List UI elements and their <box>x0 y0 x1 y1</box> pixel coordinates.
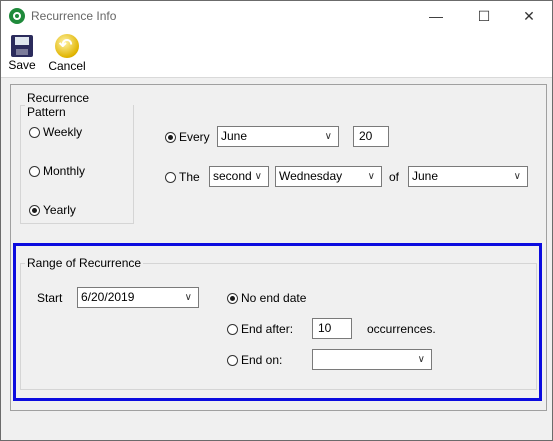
save-label: Save <box>8 58 36 72</box>
yearly-radio-circle[interactable] <box>29 204 40 216</box>
yearly-radio[interactable]: Yearly <box>29 203 76 217</box>
every-month-value: June <box>221 129 248 143</box>
maximize-button[interactable]: ☐ <box>461 1 507 31</box>
the-radio[interactable]: The <box>165 170 200 184</box>
monthly-radio-circle[interactable] <box>29 165 40 177</box>
save-button[interactable]: Save <box>7 33 37 72</box>
weekly-radio-circle[interactable] <box>29 126 40 138</box>
the-radio-circle[interactable] <box>165 171 176 183</box>
range-highlight-box <box>13 243 542 401</box>
every-radio[interactable]: Every <box>165 130 210 144</box>
weekday-select[interactable]: Wednesday ∨ <box>275 166 382 187</box>
the-label: The <box>179 170 200 184</box>
chevron-down-icon: ∨ <box>254 171 262 182</box>
ordinal-select[interactable]: second ∨ <box>209 166 269 187</box>
chevron-down-icon: ∨ <box>367 171 375 182</box>
ordinal-value: second <box>213 169 252 183</box>
recurrence-info-window: Recurrence Info — ☐ ✕ Save Cancel Recurr… <box>0 0 553 441</box>
window-title: Recurrence Info <box>31 9 117 23</box>
monthly-label: Monthly <box>43 164 86 178</box>
chevron-down-icon: ∨ <box>324 131 332 142</box>
every-month-select[interactable]: June ∨ <box>217 126 339 147</box>
cancel-button[interactable]: Cancel <box>47 33 87 73</box>
toolbar: Save Cancel <box>1 31 552 78</box>
cancel-label: Cancel <box>48 59 86 73</box>
floppy-disk-icon <box>11 35 33 57</box>
title-bar: Recurrence Info — ☐ ✕ <box>1 1 552 31</box>
monthly-radio[interactable]: Monthly <box>29 164 85 178</box>
of-month-value: June <box>412 169 439 183</box>
close-button[interactable]: ✕ <box>506 1 552 31</box>
chevron-down-icon: ∨ <box>513 171 521 182</box>
every-day-input[interactable]: 20 <box>353 126 389 147</box>
of-label: of <box>389 170 400 184</box>
yearly-label: Yearly <box>43 203 76 217</box>
every-radio-circle[interactable] <box>165 131 176 143</box>
weekday-value: Wednesday <box>279 169 343 183</box>
every-label: Every <box>179 130 210 144</box>
undo-icon <box>55 34 79 58</box>
app-icon <box>9 8 25 24</box>
weekly-label: Weekly <box>43 125 83 139</box>
weekly-radio[interactable]: Weekly <box>29 125 82 139</box>
minimize-button[interactable]: — <box>413 1 459 31</box>
of-month-select[interactable]: June ∨ <box>408 166 528 187</box>
recurrence-pattern-legend: Recurrence Pattern <box>27 91 90 119</box>
